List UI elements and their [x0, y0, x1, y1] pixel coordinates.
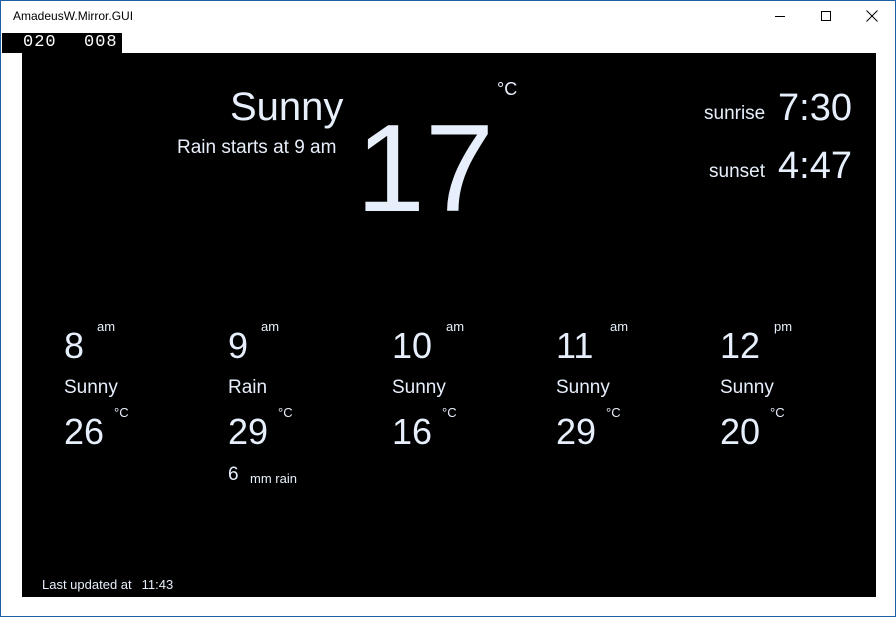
last-updated-label: Last updated at — [42, 577, 132, 592]
forecast-ampm: am — [97, 319, 116, 334]
close-icon — [866, 10, 878, 22]
current-temperature: 17 — [356, 100, 494, 238]
forecast-ampm: pm — [774, 319, 793, 334]
forecast-temperature-unit: °C — [606, 405, 621, 420]
forecast-temperature: 26 — [64, 411, 105, 452]
forecast-column: 8 am Sunny 26 °C — [64, 319, 214, 523]
app-window: AmadeusW.Mirror.GUI 020 008 Sunny Rain s… — [0, 0, 896, 617]
frame-counter-value: 020 — [23, 33, 57, 52]
forecast-hour: 10 — [392, 325, 433, 366]
forecast-rain-unit: mm rain — [250, 471, 297, 486]
forecast-temperature: 29 — [228, 411, 269, 452]
forecast-ampm: am — [261, 319, 280, 334]
sunrise-time: 7:30 — [778, 87, 852, 129]
forecast-temperature: 16 — [392, 411, 433, 452]
forecast-temperature: 29 — [556, 411, 597, 452]
forecast-rain-amount: 6 — [228, 464, 239, 485]
forecast-temperature: 20 — [720, 411, 761, 452]
minimize-icon — [775, 16, 785, 17]
sunset-label: sunset — [709, 161, 765, 182]
forecast-column: 10 am Sunny 16 °C — [392, 319, 542, 523]
frame-counter-value: 008 — [84, 33, 118, 52]
last-updated-time: 11:43 — [141, 577, 174, 592]
sunset-time: 4:47 — [778, 145, 852, 187]
forecast-condition: Rain — [228, 377, 268, 398]
forecast-hour: 12 — [720, 325, 761, 366]
forecast-ampm: am — [446, 319, 465, 334]
forecast-temperature-unit: °C — [278, 405, 293, 420]
forecast-column: 12 pm Sunny 20 °C — [720, 319, 870, 523]
current-condition: Sunny — [230, 85, 344, 129]
forecast-temperature-unit: °C — [114, 405, 129, 420]
rain-forecast-note: Rain starts at 9 am — [177, 137, 337, 158]
forecast-hour: 9 — [228, 325, 249, 366]
forecast-condition: Sunny — [392, 377, 446, 398]
last-updated: Last updated at 11:43 — [42, 577, 173, 592]
current-temperature-unit: °C — [497, 79, 518, 99]
minimize-button[interactable] — [757, 1, 803, 32]
maximize-icon — [821, 11, 831, 21]
forecast-ampm: am — [610, 319, 629, 334]
title-bar[interactable]: AmadeusW.Mirror.GUI — [1, 1, 895, 33]
maximize-button[interactable] — [803, 1, 849, 32]
forecast-condition: Sunny — [720, 377, 774, 398]
forecast-temperature-unit: °C — [442, 405, 457, 420]
forecast-hour: 8 — [64, 325, 85, 366]
forecast-column: 9 am Rain 29 °C 6 mm rain — [228, 319, 378, 523]
forecast-condition: Sunny — [64, 377, 118, 398]
mirror-display: Sunny Rain starts at 9 am 17 °C sunrise … — [22, 53, 876, 597]
forecast-hour: 11 — [556, 325, 594, 366]
window-title: AmadeusW.Mirror.GUI — [13, 9, 134, 23]
forecast-temperature-unit: °C — [770, 405, 785, 420]
forecast-column: 11 am Sunny 29 °C — [556, 319, 706, 523]
sunrise-label: sunrise — [704, 103, 766, 124]
forecast-condition: Sunny — [556, 377, 610, 398]
frame-rate-counter: 020 008 — [2, 33, 122, 53]
close-button[interactable] — [849, 1, 895, 32]
